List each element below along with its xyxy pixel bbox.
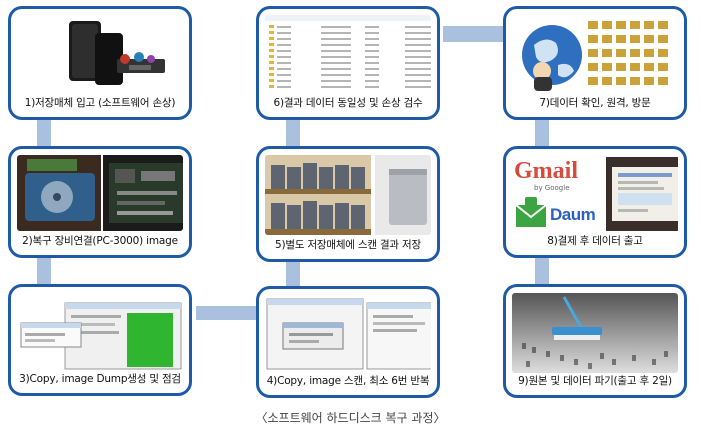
circuit-board-icon [17,155,183,231]
file-list-icon [265,15,431,95]
software-window-icon [17,293,183,371]
google-sub-text: by Google [534,184,570,192]
connector-3-4 [196,306,256,320]
step-label: 2)복구 장비연결(PC-3000) image [22,235,178,247]
binary-sweep-icon [512,293,678,373]
step-card-5: 5)별도 저장매체에 스캔 결과 저장 [256,146,440,262]
mail-logos-icon: Gmail by Google Daum [512,155,678,233]
connector-7-8 [535,120,549,146]
naver-mail-icon [515,197,547,227]
step-label: 7)데이터 확인, 원격, 방문 [539,97,651,109]
step-card-8: Gmail by Google Daum 8)결제 후 데이터 출고 [503,146,687,258]
step-label: 4)Copy, image 스캔, 최소 6번 반복 [266,375,430,387]
step-label: 1)저장매체 입고 (소프트웨어 손상) [24,97,176,109]
step-card-2: 2)복구 장비연결(PC-3000) image [8,146,192,258]
step-card-3: 3)Copy, image Dump생성 및 점검 [8,284,192,396]
step-card-7: 7)데이터 확인, 원격, 방문 [503,6,687,120]
connector-1-2 [37,120,51,146]
hard-drive-icon [17,15,183,93]
step-card-1: 1)저장매체 입고 (소프트웨어 손상) [8,6,192,120]
step-card-9: 9)원본 및 데이터 파기(출고 후 2일) [503,284,687,398]
step-label: 5)별도 저장매체에 스캔 결과 저장 [275,239,421,251]
step-card-4: 4)Copy, image 스캔, 최소 6번 반복 [256,286,440,398]
step-label: 6)결과 데이터 동일성 및 손상 검수 [273,97,423,109]
software-window-icon [265,295,431,371]
daum-logo: Daum [550,205,596,224]
storage-shelf-icon [265,155,431,235]
connector-2-3 [37,258,51,284]
diagram-caption: 〈소프트웨어 하드디스크 복구 과정〉 [255,411,446,425]
connector-8-9 [535,258,549,284]
globe-icon [512,15,678,95]
connector-4-5 [286,262,300,286]
gmail-logo: Gmail [514,158,578,184]
document-photo [606,157,678,231]
connector-6-7 [443,26,503,42]
step-card-6: 6)결과 데이터 동일성 및 손상 검수 [256,6,440,120]
step-label: 9)원본 및 데이터 파기(출고 후 2일) [518,375,672,387]
step-label: 3)Copy, image Dump생성 및 점검 [19,373,181,385]
connector-5-6 [286,120,300,146]
step-label: 8)결제 후 데이터 출고 [547,235,643,247]
